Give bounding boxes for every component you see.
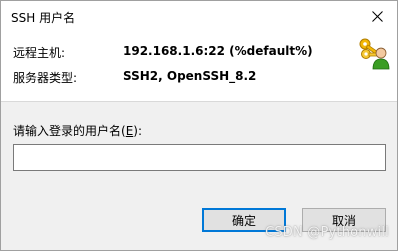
- remote-host-label: 远程主机:: [13, 46, 66, 60]
- username-prompt-label: 请输入登录的用户名(E):: [13, 124, 143, 138]
- title-bar: SSH 用户名: [1, 1, 397, 32]
- server-type-label: 服务器类型:: [13, 71, 78, 85]
- watermark-text: CSDN @Pythonwill: [265, 225, 389, 240]
- ssh-username-dialog: SSH 用户名 远程主机: 192.168.1.6:22 (%default%)…: [0, 0, 398, 251]
- connection-info-panel: 远程主机: 192.168.1.6:22 (%default%) 服务器类型: …: [1, 32, 397, 102]
- remote-host-value: 192.168.1.6:22 (%default%): [123, 44, 313, 58]
- username-input[interactable]: [13, 144, 386, 171]
- window-title: SSH 用户名: [11, 11, 76, 25]
- close-button[interactable]: [357, 1, 397, 32]
- keys-user-icon: [357, 36, 391, 70]
- server-type-value: SSH2, OpenSSH_8.2: [123, 69, 257, 83]
- close-icon: [371, 11, 383, 22]
